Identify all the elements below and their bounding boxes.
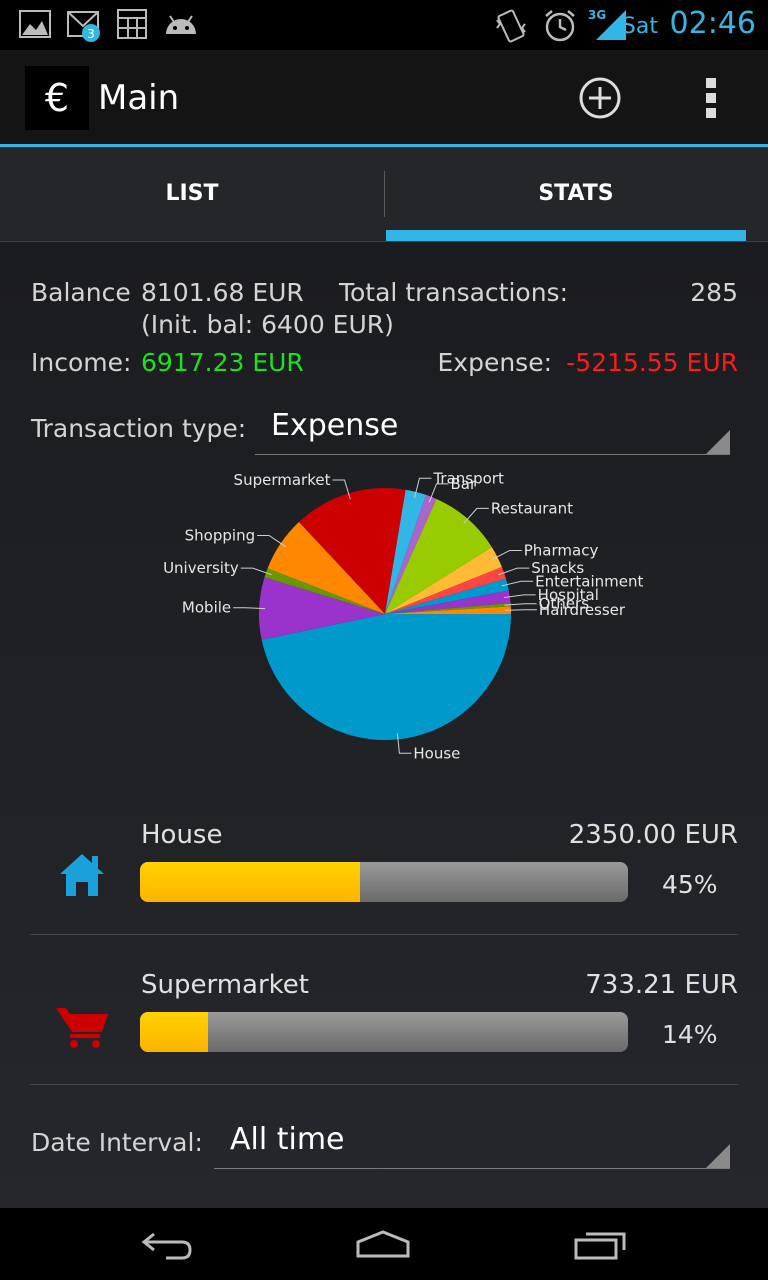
divider <box>30 934 738 935</box>
category-name: Supermarket <box>141 970 309 1000</box>
total-transactions-label: Total transactions: <box>338 278 568 307</box>
navigation-bar <box>0 1208 768 1280</box>
back-icon[interactable] <box>140 1226 196 1262</box>
balance-value: 8101.68 EUR <box>141 278 304 307</box>
stats-content: Balance 8101.68 EUR (Init. bal: 6400 EUR… <box>0 242 768 1208</box>
transaction-type-value: Expense <box>271 408 399 443</box>
pie-label: Supermarket <box>234 471 331 489</box>
expense-value: -5215.55 EUR <box>566 348 738 377</box>
page-title: Main <box>98 78 180 118</box>
pie-label: Bar <box>450 475 476 493</box>
status-day: Sat <box>621 14 658 39</box>
gmail-icon: 3 <box>67 11 100 42</box>
pie-leader-line <box>504 609 537 611</box>
date-interval-spinner[interactable]: All time <box>214 1120 730 1169</box>
android-icon <box>166 15 196 34</box>
total-transactions-value: 285 <box>690 278 738 307</box>
house-icon <box>60 854 104 896</box>
pie-label: Pharmacy <box>524 541 599 559</box>
pie-label: Restaurant <box>491 499 573 517</box>
action-bar: € Main <box>0 50 768 147</box>
status-bar: 3 3G Sat 02:46 <box>0 0 768 50</box>
category-amount: 733.21 EUR <box>585 970 738 1000</box>
vibrate-icon <box>496 9 526 43</box>
pie-chart-svg: House Mobile University Shopping Supermarket… <box>163 469 643 762</box>
shopping-cart-icon <box>56 1008 108 1048</box>
pie-label: University <box>163 559 239 577</box>
income-value: 6917.23 EUR <box>141 348 304 377</box>
income-label: Income: <box>31 348 132 377</box>
category-progress-bar <box>140 1012 628 1052</box>
category-percent: 45% <box>662 870 718 899</box>
overflow-menu-icon[interactable] <box>700 76 724 120</box>
app-icon[interactable]: € <box>25 66 89 130</box>
transaction-type-label: Transaction type: <box>31 414 247 443</box>
tab-stats[interactable]: STATS <box>384 147 768 241</box>
tab-selected-indicator <box>386 230 746 241</box>
pie-slice-house <box>261 614 511 741</box>
alarm-icon <box>545 10 575 42</box>
category-row-house[interactable]: House 2350.00 EUR 45% <box>0 820 768 970</box>
tab-list[interactable]: LIST <box>0 147 384 241</box>
expense-pie-chart: House Mobile University Shopping Supermarket… <box>150 462 670 762</box>
expense-label: Expense: <box>437 348 552 377</box>
calculator-icon <box>117 9 147 39</box>
dropdown-arrow-icon <box>706 1144 730 1168</box>
transaction-type-spinner[interactable]: Expense <box>255 406 730 455</box>
category-progress-fill <box>140 862 360 902</box>
pie-label: Mobile <box>182 599 231 617</box>
recents-icon[interactable] <box>574 1226 630 1262</box>
category-name: House <box>141 820 223 850</box>
pie-label: House <box>413 744 460 762</box>
category-row-supermarket[interactable]: Supermarket 733.21 EUR 14% <box>0 970 768 1120</box>
tab-bar: LIST STATS <box>0 147 768 242</box>
dropdown-arrow-icon <box>706 430 730 454</box>
category-progress-fill <box>140 1012 209 1052</box>
initial-balance: (Init. bal: 6400 EUR) <box>141 310 394 339</box>
gmail-count: 3 <box>87 27 95 41</box>
pie-label: Shopping <box>185 526 255 544</box>
divider <box>30 1084 738 1085</box>
add-icon[interactable] <box>578 76 622 120</box>
gallery-icon <box>19 10 51 38</box>
category-percent: 14% <box>662 1020 718 1049</box>
pie-label: Hairdresser <box>539 601 626 619</box>
home-icon[interactable] <box>354 1226 412 1262</box>
status-time: 02:46 <box>669 6 756 41</box>
date-interval-label: Date Interval: <box>31 1128 203 1157</box>
balance-label: Balance <box>31 278 131 307</box>
category-progress-bar <box>140 862 628 902</box>
date-interval-value: All time <box>230 1122 345 1157</box>
category-amount: 2350.00 EUR <box>568 820 738 850</box>
